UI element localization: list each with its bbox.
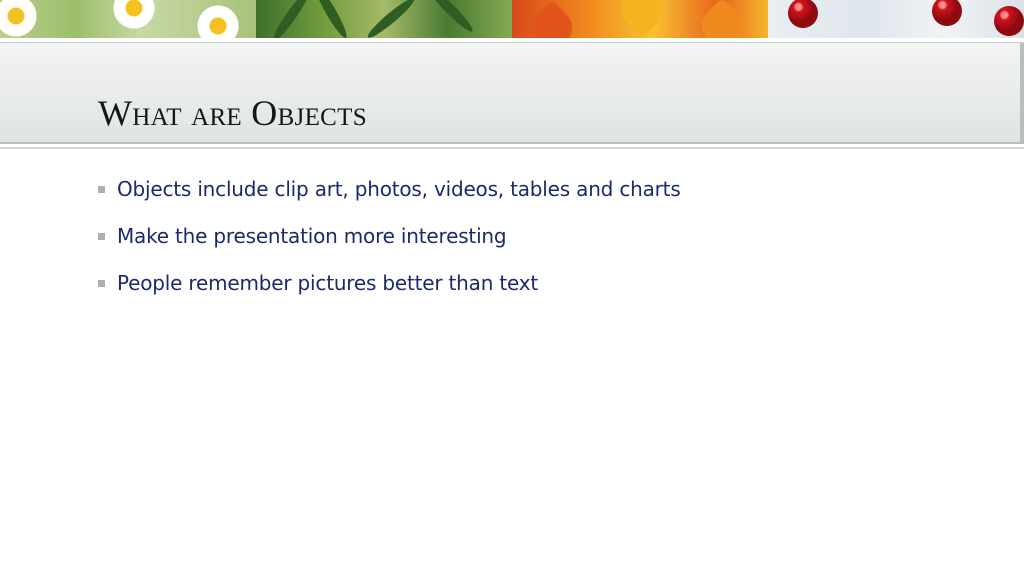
- maple-leaf-icon: [523, 0, 581, 38]
- palm-leaf-icon: [311, 0, 351, 38]
- daisy-icon: [196, 4, 240, 38]
- bullet-text: Make the presentation more interesting: [117, 224, 507, 248]
- red-berry-icon: [994, 6, 1024, 36]
- seasonal-banner: [0, 0, 1024, 38]
- slide: What are Objects Objects include clip ar…: [0, 0, 1024, 576]
- winter-berries-image: [768, 0, 1024, 38]
- square-bullet-icon: [98, 279, 105, 287]
- slide-title: What are Objects: [98, 93, 367, 133]
- palm-leaf-icon: [426, 0, 476, 35]
- daisy-icon: [112, 0, 156, 30]
- red-berry-icon: [788, 0, 818, 28]
- bullet-text: Objects include clip art, photos, videos…: [117, 177, 681, 201]
- spring-flowers-image: [0, 0, 256, 38]
- autumn-leaves-image: [512, 0, 768, 38]
- bullet-list: Objects include clip art, photos, videos…: [98, 174, 681, 315]
- maple-leaf-icon: [693, 0, 751, 38]
- bullet-item: Make the presentation more interesting: [98, 221, 681, 251]
- daisy-icon: [0, 0, 38, 38]
- red-berry-icon: [932, 0, 962, 26]
- square-bullet-icon: [98, 185, 105, 193]
- bullet-item: People remember pictures better than tex…: [98, 268, 681, 298]
- bullet-text: People remember pictures better than tex…: [117, 271, 539, 295]
- square-bullet-icon: [98, 232, 105, 240]
- palm-leaf-icon: [269, 0, 313, 38]
- palm-leaf-icon: [364, 0, 418, 38]
- bullet-item: Objects include clip art, photos, videos…: [98, 174, 681, 204]
- summer-palm-image: [256, 0, 512, 38]
- maple-leaf-icon: [613, 0, 671, 38]
- title-underline: [0, 147, 1024, 149]
